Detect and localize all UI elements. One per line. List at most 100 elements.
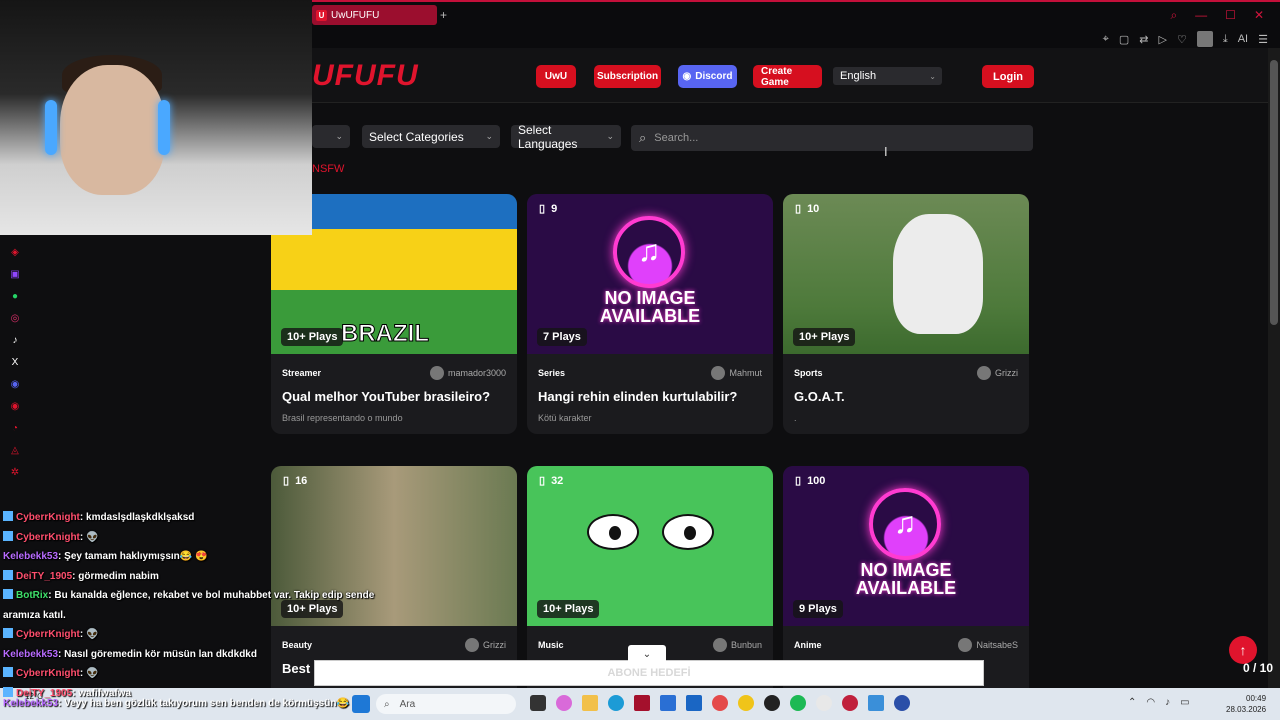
bell-icon: ◬ [11,444,19,456]
item-count-badge: ▯ 32 [539,474,564,488]
card-thumbnail: ▯ 9 ♫ NO IMAGE AVAILABLE 7 Plays [527,194,773,354]
spotify-icon[interactable] [790,695,806,711]
discord-icon: ◉ [682,71,692,82]
card-author[interactable]: mamador3000 [429,366,506,380]
chat-line: Kelebekk53: Veyy ha ben gözlük takıyorum… [3,698,349,709]
subscription-button[interactable]: Subscription [594,65,661,88]
heart-icon[interactable]: ♡ [1177,33,1187,46]
nsfw-toggle[interactable]: NSFW [312,163,344,175]
copilot-icon[interactable] [556,695,572,711]
kick-icon: ◈ [11,246,19,258]
menu-icon[interactable]: ☰ [1258,33,1268,46]
chat-line: CyberrKnight: kmdaslşdlaşkdklşaksd [3,508,293,528]
chat-line: CyberrKnight: 👽 [3,528,293,548]
social-icons: ◈ ▣ ● ◎ ♪ X ◉ ◉ ◔ ◬ ✲ [8,245,22,479]
streamer-face [60,65,165,195]
photos-icon[interactable] [712,695,728,711]
category-select[interactable]: Select Categories ⌄ [362,125,500,148]
start-icon[interactable] [352,695,370,713]
card-author[interactable]: Grizzi [465,638,506,652]
taskbar-search[interactable]: ⌕ Ara [376,694,516,714]
card-title[interactable]: G.O.A.T. [783,380,1029,404]
instagram-icon: ◎ [10,312,20,324]
card-title[interactable]: Hangi rehin elinden kurtulabilir? [527,380,773,404]
store-icon[interactable] [660,695,676,711]
chat-line: Kelebekk53: Şey tamam haklıymışsın😂 😍 [3,551,208,562]
browser-app-icon[interactable] [634,695,650,711]
task-view-icon[interactable] [530,695,546,711]
author-avatar [711,366,726,380]
card-category: Streamer [282,368,322,378]
new-tab-button[interactable]: + [440,8,447,22]
scroll-to-top-button[interactable]: ↑ [1229,636,1257,664]
download-icon[interactable]: ⤓ [1223,33,1228,46]
discord-button[interactable]: ◉ Discord [678,65,737,88]
item-count-badge: ▯ 16 [283,474,308,488]
whatsapp-app-icon[interactable] [842,695,858,711]
item-count-badge: ▯ 10 [795,202,820,216]
outlook-icon[interactable] [686,695,702,711]
subscriber-goal-bar: ABONE HEDEFİ [314,660,984,686]
card-title[interactable]: Qual melhor YouTuber brasileiro? [271,380,517,404]
game-card[interactable]: ▯ 10 10+ Plays Sports Grizzi G.O.A.T. . [783,194,1029,434]
chat-line: CyberrKnight: 👽 [3,664,293,684]
chevron-up-icon[interactable]: ⌃ [1128,697,1136,708]
right-eye [662,514,714,550]
thumbnail-caption: BRAZIL [341,320,430,348]
login-button[interactable]: Login [982,65,1034,88]
volume-icon[interactable]: ♪ [1165,697,1170,708]
maximize-button[interactable]: ☐ [1225,8,1236,23]
search-tabs-icon[interactable]: ⌕ [1170,8,1177,23]
chevron-down-icon[interactable]: ⌄ [628,645,666,663]
pin-icon[interactable]: ⌖ [1103,33,1109,46]
file-explorer-icon[interactable] [582,695,598,711]
clock-icon: ◔ [11,422,19,434]
site-favicon-icon: U [316,9,327,21]
translate-icon[interactable]: ⇄ [1139,33,1148,46]
card-author[interactable]: Bunbun [712,638,762,652]
item-count-badge: ▯ 9 [539,202,558,216]
language-select[interactable]: English ⌄ [833,67,942,85]
browser-tab[interactable]: U UwUFUFU [312,5,437,25]
profile-avatar[interactable] [1196,31,1213,47]
card-author[interactable]: NaitsabeS [958,638,1018,652]
play-icon[interactable]: ▷ [1159,33,1167,46]
plays-badge: 10+ Plays [281,328,344,346]
card-category: Sports [794,368,823,378]
author-avatar [977,366,991,380]
taskbar-pinned-apps [530,695,910,711]
close-button[interactable]: ✕ [1254,8,1264,23]
edge-icon[interactable] [608,695,624,711]
battery-icon[interactable]: ▭ [1180,697,1189,708]
taskbar-clock[interactable]: 00:49 28.03.2026 [1226,693,1266,715]
sort-select[interactable]: ⌄ [312,125,350,148]
chat-line: BotRix: Bu kanalda eğlence, rekabet ve b… [3,586,374,606]
search-input[interactable]: ⌕ Search... [631,125,1033,151]
minimize-button[interactable]: — [1195,8,1207,23]
chevron-down-icon: ⌄ [485,131,493,141]
notes-icon[interactable] [868,695,884,711]
languages-select[interactable]: Select Languages ⌄ [511,123,621,151]
app-icon[interactable] [816,695,832,711]
obs-icon[interactable] [764,695,780,711]
ai-button[interactable]: AI [1238,33,1248,45]
gear-icon: ✲ [10,466,20,478]
uwu-button[interactable]: UwU [536,65,576,88]
scrollbar-thumb[interactable] [1270,60,1278,325]
network-icon[interactable]: ◠ [1146,697,1155,708]
game-card[interactable]: ▯ 9 ♫ NO IMAGE AVAILABLE 7 Plays Series Ma… [527,194,773,434]
chat-line: CyberrKnight: 👽 [3,625,293,645]
create-game-button[interactable]: Create Game [753,65,822,88]
globe-icon[interactable] [894,695,910,711]
card-author[interactable]: Grizzi [977,366,1018,380]
cards-icon: ▯ [539,203,546,215]
card-author[interactable]: Mahmut [711,366,762,380]
cards-icon: ▯ [539,475,546,487]
author-avatar [465,638,479,652]
screenshot-icon[interactable]: ▢ [1119,33,1129,46]
chrome-icon[interactable] [738,695,754,711]
arrow-up-icon: ↑ [1239,642,1247,658]
site-logo[interactable]: UFUFU [312,59,419,93]
nsfw-label: NSFW [312,163,345,175]
headset-left [45,100,57,155]
